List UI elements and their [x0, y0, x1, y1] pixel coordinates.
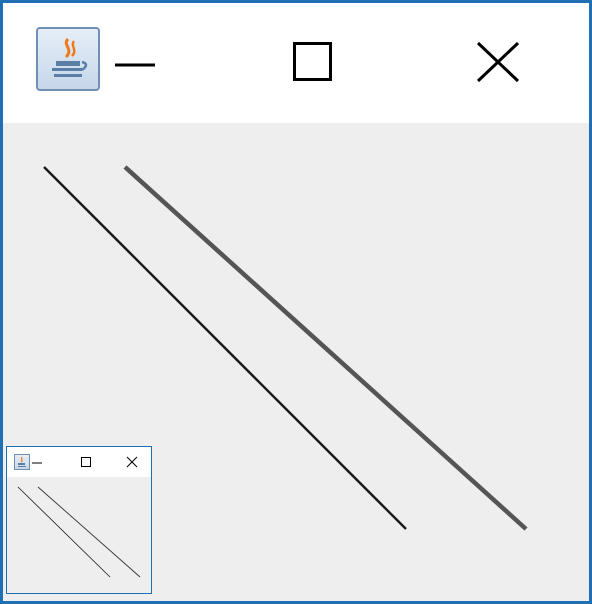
minimize-icon — [115, 63, 155, 67]
window-thumbnail[interactable] — [6, 446, 152, 594]
thumbnail-canvas — [17, 486, 141, 578]
thick-diagonal-line — [123, 165, 528, 531]
app-window — [0, 0, 592, 604]
drawing-canvas[interactable] — [3, 123, 589, 601]
title-bar[interactable] — [3, 3, 589, 123]
maximize-icon — [293, 42, 332, 81]
java-cup-icon[interactable] — [36, 27, 100, 91]
close-icon — [476, 41, 520, 83]
maximize-button[interactable] — [283, 29, 343, 89]
close-button[interactable] — [466, 29, 526, 89]
thumbnail-thin-line — [17, 486, 111, 578]
thumbnail-thick-line — [37, 486, 141, 578]
minimize-button[interactable] — [104, 29, 164, 89]
